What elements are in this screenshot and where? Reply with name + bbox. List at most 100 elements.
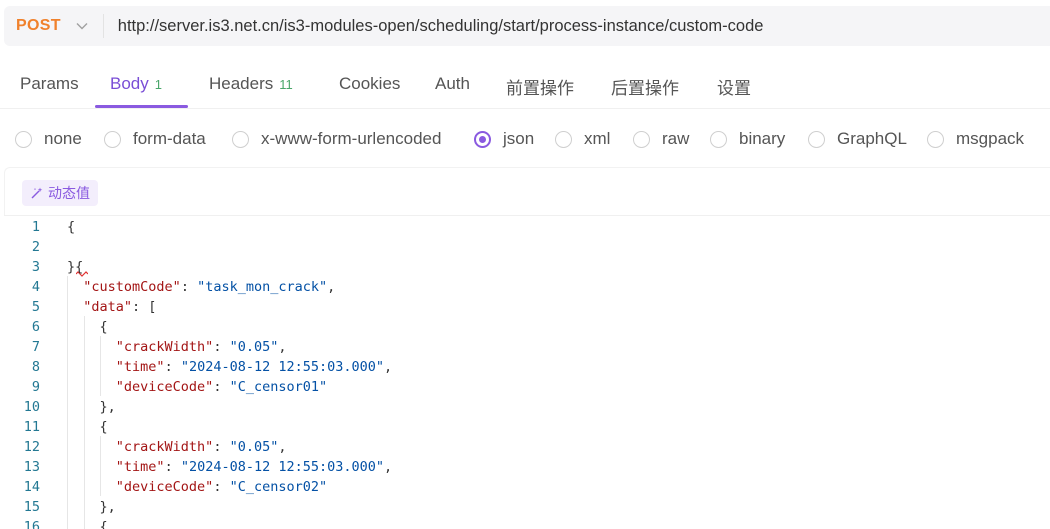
radio-x-www-form-urlencoded[interactable]: x-www-form-urlencoded: [232, 129, 441, 149]
request-url-bar: POST http://server.is3.net.cn/is3-module…: [4, 6, 1050, 46]
tab-post-request[interactable]: 后置操作: [611, 74, 679, 99]
json-string: "2024-08-12 12:55:03.000": [180, 459, 385, 475]
radio-label: msgpack: [956, 129, 1025, 148]
json-string: "0.05": [229, 439, 279, 455]
radio-label: x-www-form-urlencoded: [261, 129, 442, 148]
radio-circle[interactable]: [927, 130, 944, 148]
json-punctuation: :: [180, 279, 198, 295]
code-line[interactable]: 6 {: [4, 317, 1050, 337]
code-line[interactable]: 1{: [4, 217, 1050, 237]
dynamic-value-label: 动态值: [48, 185, 90, 201]
code-line[interactable]: 13 "time": "2024-08-12 12:55:03.000",: [4, 457, 1050, 477]
radio-label: raw: [662, 129, 690, 148]
json-punctuation: [67, 299, 83, 315]
json-punctuation: :: [164, 459, 181, 475]
json-string: "2024-08-12 12:55:03.000": [180, 359, 385, 375]
code-line[interactable]: 5 "data": [: [4, 297, 1050, 317]
radio-json[interactable]: json: [474, 129, 534, 149]
json-key: "time": [115, 359, 165, 375]
json-punctuation: ,: [278, 439, 287, 455]
code-line[interactable]: 10 },: [4, 397, 1050, 417]
tab-settings[interactable]: 设置: [717, 74, 751, 99]
code-text: "deviceCode": "C_censor02": [67, 477, 327, 497]
code-text: "crackWidth": "0.05",: [67, 437, 287, 457]
tab-cookies[interactable]: Cookies: [339, 74, 400, 94]
radio-form-data[interactable]: form-data: [104, 129, 206, 149]
radio-raw[interactable]: raw: [633, 129, 689, 149]
dynamic-value-button[interactable]: 动态值: [22, 180, 98, 206]
code-line[interactable]: 14 "deviceCode": "C_censor02": [4, 477, 1050, 497]
radio-msgpack[interactable]: msgpack: [927, 129, 1024, 149]
code-line[interactable]: 9 "deviceCode": "C_censor01": [4, 377, 1050, 397]
tab-count-badge: 11: [279, 77, 293, 92]
radio-circle[interactable]: [710, 130, 727, 148]
code-line[interactable]: 8 "time": "2024-08-12 12:55:03.000",: [4, 357, 1050, 377]
json-punctuation: [67, 459, 116, 475]
radio-circle[interactable]: [232, 130, 249, 148]
tab-count-badge: 1: [154, 77, 162, 92]
radio-label: binary: [739, 129, 786, 148]
tab-params[interactable]: Params: [20, 74, 79, 94]
line-number: 5: [31, 299, 40, 315]
code-text: },: [67, 497, 116, 517]
code-text: "data": [: [67, 297, 156, 317]
chevron-down-icon[interactable]: [75, 19, 89, 33]
tab-label: Headers: [209, 74, 274, 93]
radio-xml[interactable]: xml: [555, 129, 610, 149]
url-input[interactable]: http://server.is3.net.cn/is3-modules-ope…: [118, 17, 764, 36]
line-number: 4: [31, 279, 40, 295]
body-type-radio-group: none form-data x-www-form-urlencoded jso…: [0, 120, 1050, 160]
line-number: 9: [31, 379, 40, 395]
line-number: 2: [31, 239, 40, 255]
tab-headers[interactable]: Headers 11: [209, 74, 293, 94]
json-key: "customCode": [83, 279, 181, 295]
json-key: "data": [83, 299, 133, 315]
code-line[interactable]: 3}{: [4, 257, 1050, 277]
code-line[interactable]: 15 },: [4, 497, 1050, 517]
json-punctuation: {: [67, 219, 76, 235]
radio-circle[interactable]: [104, 130, 121, 148]
code-line[interactable]: 11 {: [4, 417, 1050, 437]
radio-circle[interactable]: [555, 130, 572, 148]
radio-label: xml: [584, 129, 611, 148]
radio-circle[interactable]: [808, 130, 825, 148]
json-punctuation: [67, 439, 116, 455]
radio-circle[interactable]: [15, 130, 32, 148]
json-punctuation: }{: [67, 259, 84, 275]
radio-none[interactable]: none: [15, 129, 82, 149]
code-line[interactable]: 16 {: [4, 517, 1050, 529]
line-number: 11: [23, 419, 40, 435]
code-line[interactable]: 2: [4, 237, 1050, 257]
line-number: 15: [23, 499, 40, 515]
code-line[interactable]: 4 "customCode": "task_mon_crack",: [4, 277, 1050, 297]
line-number: 8: [31, 359, 40, 375]
radio-circle[interactable]: [633, 130, 650, 148]
json-key: "deviceCode": [115, 479, 214, 495]
json-punctuation: :: [213, 439, 230, 455]
tab-label: 设置: [717, 79, 751, 98]
line-number: 1: [31, 219, 40, 235]
radio-graphql[interactable]: GraphQL: [808, 129, 907, 149]
http-method-select[interactable]: POST: [16, 17, 61, 35]
json-punctuation: [67, 339, 116, 355]
json-key: "crackWidth": [115, 439, 214, 455]
tab-label: Params: [20, 74, 79, 93]
json-punctuation: :: [213, 479, 230, 495]
code-text: "time": "2024-08-12 12:55:03.000",: [67, 357, 392, 377]
json-body-editor[interactable]: 1{2 3}{4 "customCode": "task_mon_crack", 5…: [4, 215, 1050, 529]
json-punctuation: ,: [278, 339, 287, 355]
tab-body[interactable]: Body 1: [110, 74, 162, 94]
tab-pre-request[interactable]: 前置操作: [506, 74, 574, 99]
json-punctuation: ,: [384, 459, 393, 475]
tab-label: Body: [110, 74, 149, 93]
radio-binary[interactable]: binary: [710, 129, 785, 149]
json-punctuation: :: [213, 379, 230, 395]
editor-toolbar: 动态值: [4, 167, 1050, 216]
line-number: 13: [23, 459, 40, 475]
code-line[interactable]: 7 "crackWidth": "0.05",: [4, 337, 1050, 357]
tab-auth[interactable]: Auth: [435, 74, 470, 94]
line-number: 10: [23, 399, 40, 415]
radio-circle[interactable]: [474, 130, 491, 148]
code-text: {: [67, 417, 108, 437]
code-line[interactable]: 12 "crackWidth": "0.05",: [4, 437, 1050, 457]
